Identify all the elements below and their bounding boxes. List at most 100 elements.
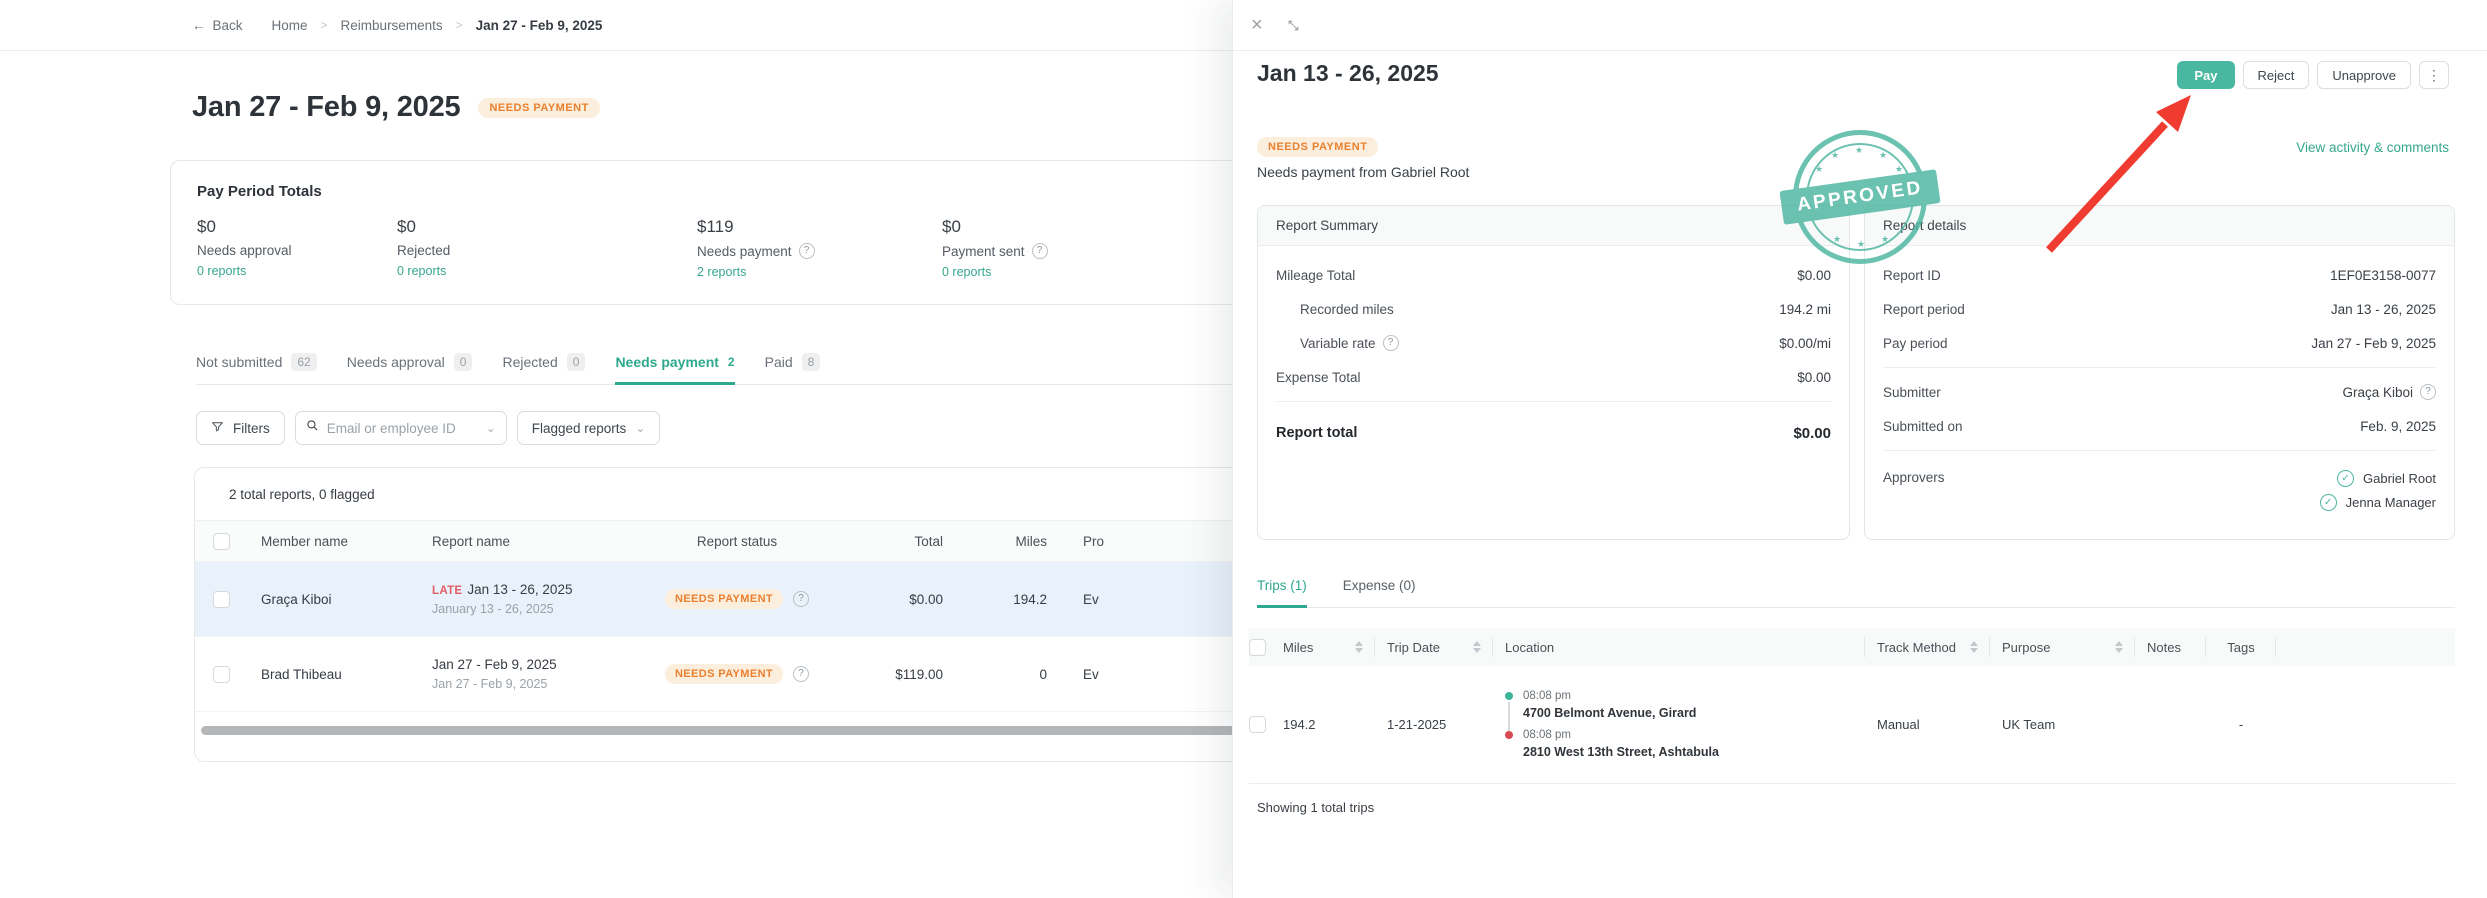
header-track-method[interactable]: Track Method [1865, 628, 1990, 666]
star-icon: ★ [1815, 165, 1823, 174]
cell-member-name: Graça Kiboi [247, 592, 412, 607]
tab-count: 0 [567, 353, 586, 371]
page-title: Jan 27 - Feb 9, 2025 [192, 91, 460, 124]
chevron-right-icon: > [456, 18, 463, 32]
cell-miles: 194.2 [957, 592, 1057, 607]
select-all-checkbox[interactable] [213, 533, 230, 550]
trip-row[interactable]: 194.2 1-21-2025 08:08 pm 4700 Belmont Av… [1249, 666, 2455, 784]
cell-miles: 0 [957, 667, 1057, 682]
start-dot-icon [1505, 692, 1513, 700]
drawer-status-badge: NEEDS PAYMENT [1257, 137, 1378, 157]
help-icon[interactable]: ? [793, 666, 809, 682]
header-purpose[interactable]: Purpose [1990, 628, 2135, 666]
sort-icon [1970, 641, 1978, 653]
stat-value: $0 [942, 217, 1048, 237]
help-icon[interactable]: ? [793, 591, 809, 607]
row-checkbox-cell [195, 591, 247, 608]
star-icon: ★ [1831, 151, 1839, 160]
end-dot-icon [1505, 731, 1513, 739]
tab-trips[interactable]: Trips (1) [1257, 578, 1307, 608]
trips-header-row: Miles Trip Date Location Track Method Pu… [1249, 628, 2455, 666]
search-input[interactable] [327, 421, 478, 436]
cell-spacer [2276, 666, 2455, 783]
cell-report-name: LATEJan 13 - 26, 2025 January 13 - 26, 2… [412, 582, 642, 616]
expand-icon[interactable] [1287, 19, 1300, 32]
summary-value: $0.00 [1797, 370, 1831, 385]
reject-button[interactable]: Reject [2243, 61, 2310, 89]
cell-trip-date: 1-21-2025 [1375, 666, 1493, 783]
report-summary-card: Report Summary Mileage Total $0.00 Recor… [1257, 205, 1850, 540]
cell-report-status: NEEDS PAYMENT ? [642, 589, 832, 609]
tab-count: 0 [454, 353, 473, 371]
stat-reports-link[interactable]: 0 reports [197, 264, 246, 278]
tab-paid[interactable]: Paid 8 [765, 353, 821, 385]
filters-button[interactable]: Filters [196, 411, 285, 445]
header-miles[interactable]: Miles [1283, 628, 1375, 666]
stat-needs-payment: $119 Needs payment? 2 reports [697, 217, 942, 281]
details-value: Graça Kiboi [2342, 385, 2413, 400]
report-detail-drawer: × Jan 13 - 26, 2025 Pay Reject Unapprove… [1232, 0, 2487, 898]
header-label: Track Method [1877, 640, 1956, 655]
star-icon: ★ [1855, 146, 1863, 155]
start-time: 08:08 pm [1523, 689, 1719, 703]
stat-label: Payment sent? [942, 243, 1048, 259]
status-pill: NEEDS PAYMENT [665, 589, 783, 609]
stat-value: $0 [397, 217, 697, 237]
summary-label: Variable rate? [1300, 335, 1399, 351]
header-label: Trip Date [1387, 640, 1440, 655]
row-checkbox[interactable] [213, 666, 230, 683]
help-icon[interactable]: ? [799, 243, 815, 259]
report-actions: Pay Reject Unapprove ⋮ [2177, 61, 2449, 89]
back-link[interactable]: ← Back [192, 18, 243, 33]
summary-label-text: Recorded miles [1300, 302, 1394, 317]
report-subtitle: January 13 - 26, 2025 [432, 602, 642, 616]
details-row: Report ID 1EF0E3158-0077 [1883, 258, 2436, 292]
header-trip-date[interactable]: Trip Date [1375, 628, 1493, 666]
tab-expense[interactable]: Expense (0) [1343, 578, 1416, 608]
tab-not-submitted[interactable]: Not submitted 62 [196, 353, 317, 385]
details-value: Jan 13 - 26, 2025 [2331, 302, 2436, 317]
flagged-reports-label: Flagged reports [532, 421, 627, 436]
status-pill: NEEDS PAYMENT [665, 664, 783, 684]
trip-checkbox[interactable] [1249, 716, 1266, 733]
approvers-label: Approvers [1883, 470, 1945, 511]
report-details-body: Report ID 1EF0E3158-0077 Report period J… [1865, 246, 2454, 523]
select-all-checkbox[interactable] [1249, 639, 1266, 656]
close-icon[interactable]: × [1251, 15, 1263, 35]
details-label: Submitted on [1883, 419, 1963, 434]
help-icon[interactable]: ? [1032, 243, 1048, 259]
help-icon[interactable]: ? [1383, 335, 1399, 351]
trip-expense-tabs: Trips (1) Expense (0) [1257, 578, 2455, 608]
more-actions-button[interactable]: ⋮ [2419, 61, 2449, 89]
summary-label-text: Mileage Total [1276, 268, 1355, 283]
report-total-value: $0.00 [1793, 425, 1831, 442]
trips-select-all-cell [1249, 628, 1283, 666]
pay-button[interactable]: Pay [2177, 61, 2234, 89]
row-checkbox[interactable] [213, 591, 230, 608]
stat-value: $0 [197, 217, 397, 237]
stat-reports-link[interactable]: 2 reports [697, 265, 746, 279]
sort-icon [2115, 641, 2123, 653]
back-arrow-icon: ← [192, 18, 206, 33]
flagged-reports-select[interactable]: Flagged reports ⌄ [517, 411, 661, 445]
tab-rejected[interactable]: Rejected 0 [502, 353, 585, 385]
unapprove-button[interactable]: Unapprove [2317, 61, 2411, 89]
trip-location-timeline: 08:08 pm 4700 Belmont Avenue, Girard 08:… [1505, 689, 1719, 760]
tab-needs-approval[interactable]: Needs approval 0 [347, 353, 473, 385]
cell-trip-location: 08:08 pm 4700 Belmont Avenue, Girard 08:… [1493, 666, 1865, 783]
breadcrumb-home[interactable]: Home [272, 18, 308, 33]
stat-reports-link[interactable]: 0 reports [397, 264, 446, 278]
help-icon[interactable]: ? [2420, 384, 2436, 400]
report-total-label: Report total [1276, 425, 1357, 441]
filters-label: Filters [233, 421, 270, 436]
summary-label-text: Expense Total [1276, 370, 1361, 385]
details-label: Pay period [1883, 336, 1948, 351]
trip-checkbox-cell [1249, 666, 1283, 783]
view-activity-link[interactable]: View activity & comments [2296, 140, 2449, 155]
tab-needs-payment[interactable]: Needs payment 2 [615, 353, 734, 385]
stat-reports-link[interactable]: 0 reports [942, 265, 991, 279]
search-icon [306, 419, 319, 437]
divider [1276, 401, 1831, 402]
breadcrumb-reimbursements[interactable]: Reimbursements [341, 18, 443, 33]
stat-rejected: $0 Rejected 0 reports [397, 217, 697, 281]
